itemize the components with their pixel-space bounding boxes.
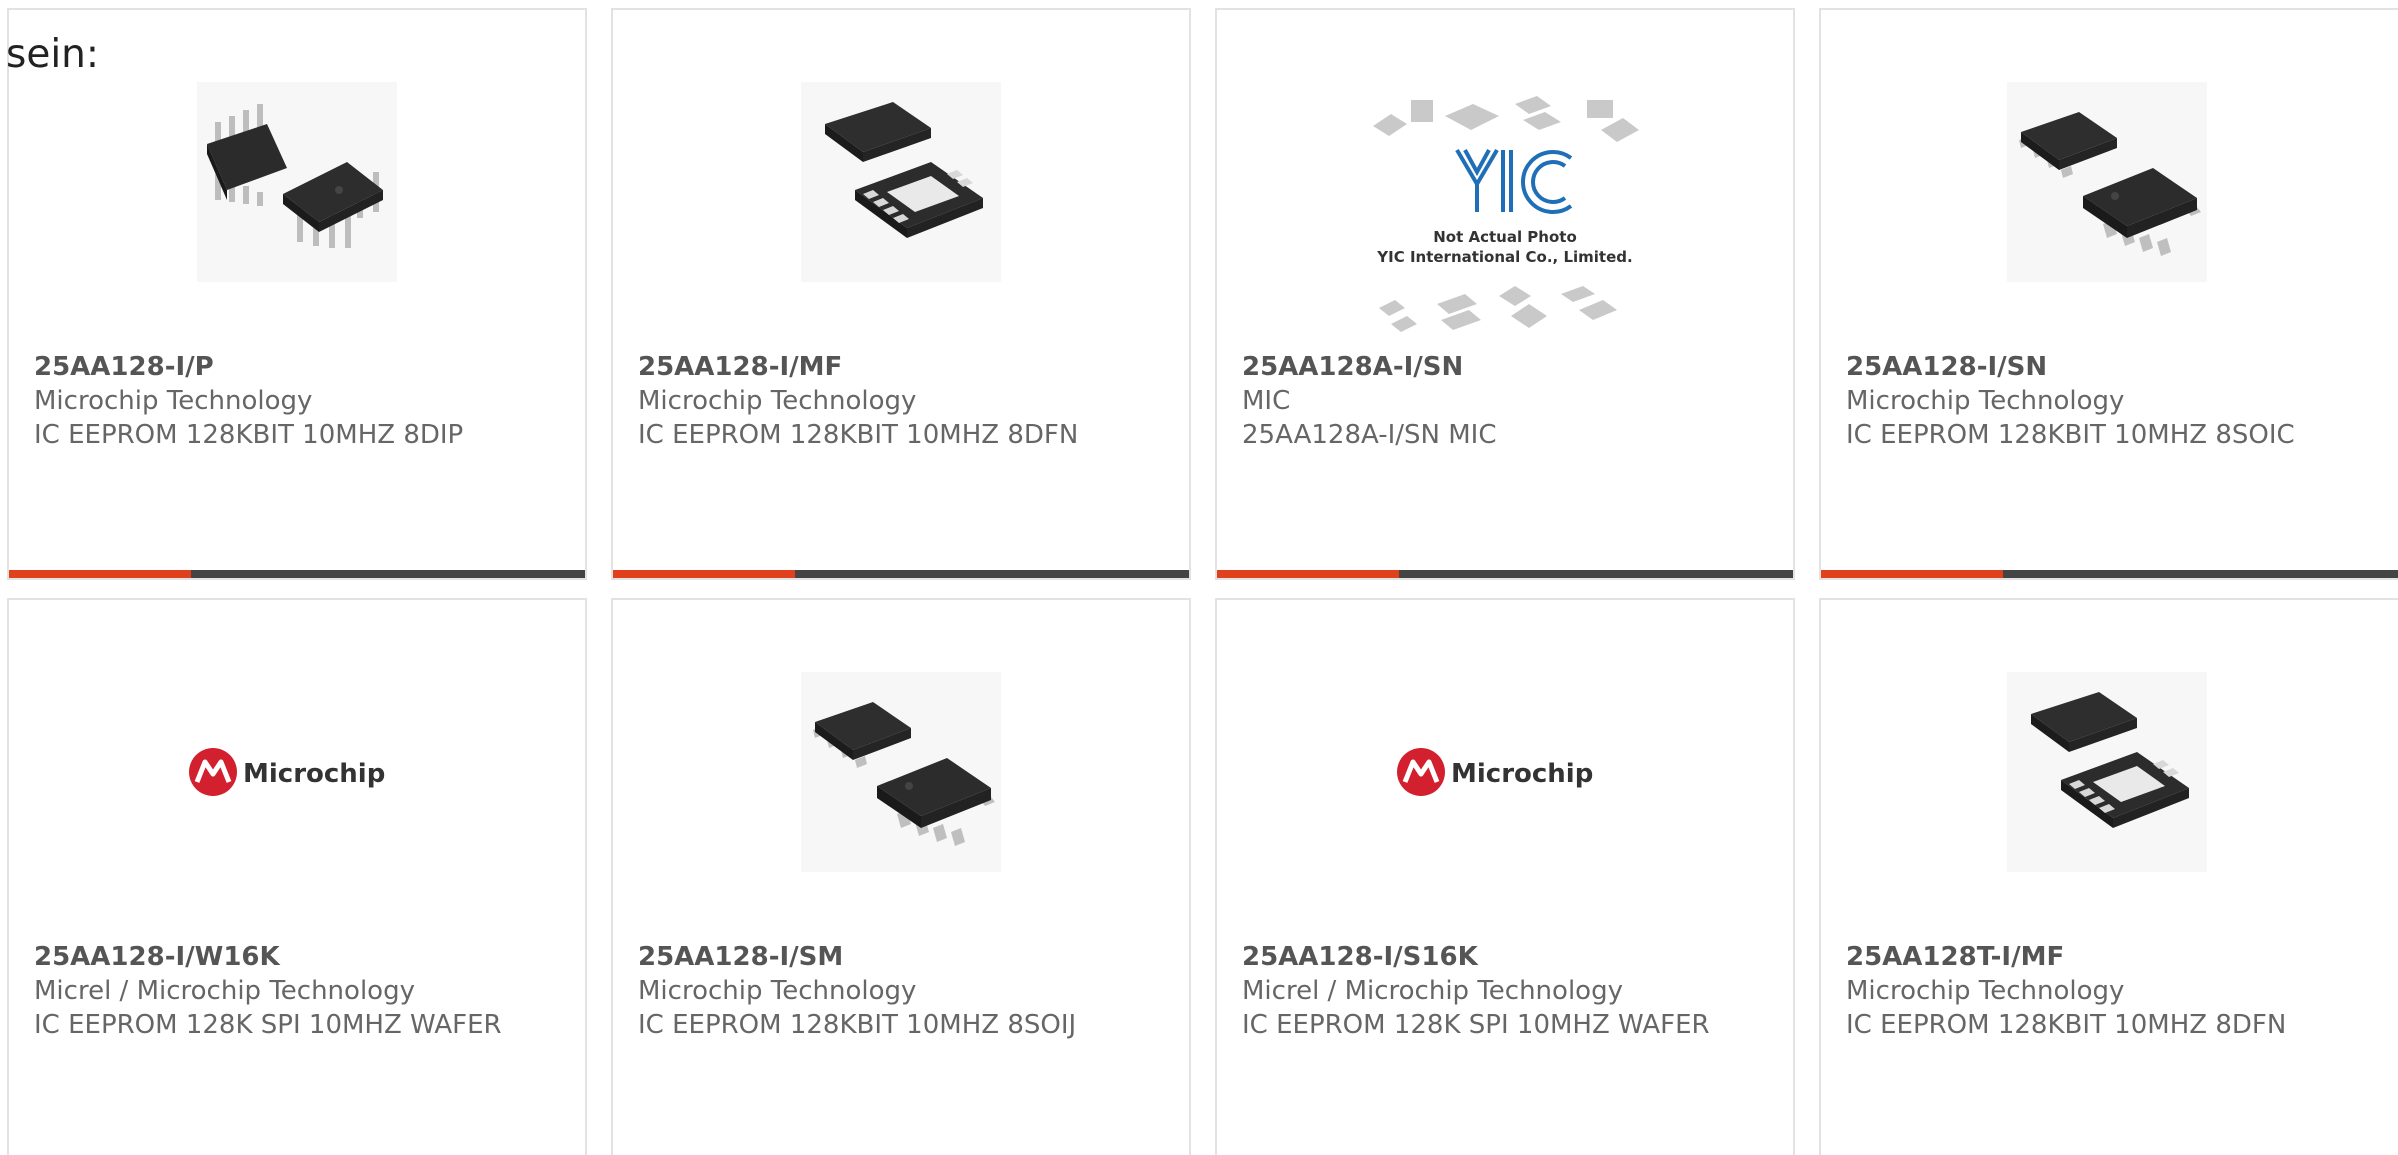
product-part-number[interactable]: 25AA128-I/P <box>34 350 560 384</box>
product-grid-page: sein: 25AA128-I/P Microchip Technology I… <box>0 0 2398 1155</box>
intro-text: sein: <box>6 32 100 77</box>
product-part-number[interactable]: 25AA128T-I/MF <box>1846 940 2382 974</box>
soic8-chip-image[interactable] <box>2007 82 2207 282</box>
product-part-number[interactable]: 25AA128-I/W16K <box>34 940 560 974</box>
product-description: IC EEPROM 128K SPI 10MHZ WAFER <box>34 1010 502 1040</box>
product-card[interactable]: 25AA128-I/SM Microchip Technology IC EEP… <box>611 598 1191 1155</box>
soij8-chip-image[interactable] <box>801 672 1001 872</box>
card-progress-bar <box>1821 570 2398 578</box>
product-card[interactable]: 25AA128-I/P Microchip Technology IC EEPR… <box>7 8 587 580</box>
product-manufacturer: Micrel / Microchip Technology <box>1242 976 1623 1006</box>
microchip-logo-text: Microchip <box>243 759 385 789</box>
microchip-logo-image[interactable]: Microchip <box>187 672 407 872</box>
dfn8-chip-image[interactable] <box>2007 672 2207 872</box>
product-part-number[interactable]: 25AA128-I/SN <box>1846 350 2382 384</box>
product-manufacturer: Microchip Technology <box>1846 976 2125 1006</box>
dfn8-chip-image[interactable] <box>801 82 1001 282</box>
product-card[interactable]: Not Actual Photo YIC International Co., … <box>1215 8 1795 580</box>
product-manufacturer: Microchip Technology <box>638 386 917 416</box>
dip8-chip-image[interactable] <box>197 82 397 282</box>
product-manufacturer: Microchip Technology <box>34 386 313 416</box>
product-card[interactable]: 25AA128T-I/MF Microchip Technology IC EE… <box>1819 598 2398 1155</box>
product-description: IC EEPROM 128KBIT 10MHZ 8DFN <box>638 420 1079 450</box>
product-manufacturer: Microchip Technology <box>638 976 917 1006</box>
product-part-number[interactable]: 25AA128-I/S16K <box>1242 940 1768 974</box>
card-progress-bar <box>1217 570 1793 578</box>
product-part-number[interactable]: 25AA128-I/MF <box>638 350 1164 384</box>
microchip-logo-image[interactable]: Microchip <box>1395 672 1615 872</box>
card-progress-bar <box>613 570 1189 578</box>
image-caption: YIC International Co., Limited. <box>1376 248 1632 266</box>
yic-placeholder-image[interactable]: Not Actual Photo YIC International Co., … <box>1365 88 1645 348</box>
card-progress-bar <box>9 570 585 578</box>
product-manufacturer: Microchip Technology <box>1846 386 2125 416</box>
microchip-logo-text: Microchip <box>1451 759 1593 789</box>
product-description: IC EEPROM 128K SPI 10MHZ WAFER <box>1242 1010 1710 1040</box>
product-description: IC EEPROM 128KBIT 10MHZ 8SOIJ <box>638 1010 1077 1040</box>
product-card[interactable]: 25AA128-I/MF Microchip Technology IC EEP… <box>611 8 1191 580</box>
image-caption: Not Actual Photo <box>1433 228 1577 246</box>
product-description: 25AA128A-I/SN MIC <box>1242 420 1497 450</box>
product-card[interactable]: Microchip 25AA128-I/S16K Micrel / Microc… <box>1215 598 1795 1155</box>
product-part-number[interactable]: 25AA128A-I/SN <box>1242 350 1768 384</box>
product-description: IC EEPROM 128KBIT 10MHZ 8DIP <box>34 420 464 450</box>
product-manufacturer: Micrel / Microchip Technology <box>34 976 415 1006</box>
product-card[interactable]: 25AA128-I/SN Microchip Technology IC EEP… <box>1819 8 2398 580</box>
product-manufacturer: MIC <box>1242 386 1291 416</box>
product-description: IC EEPROM 128KBIT 10MHZ 8DFN <box>1846 1010 2287 1040</box>
product-card[interactable]: Microchip 25AA128-I/W16K Micrel / Microc… <box>7 598 587 1155</box>
product-part-number[interactable]: 25AA128-I/SM <box>638 940 1164 974</box>
product-description: IC EEPROM 128KBIT 10MHZ 8SOIC <box>1846 420 2295 450</box>
